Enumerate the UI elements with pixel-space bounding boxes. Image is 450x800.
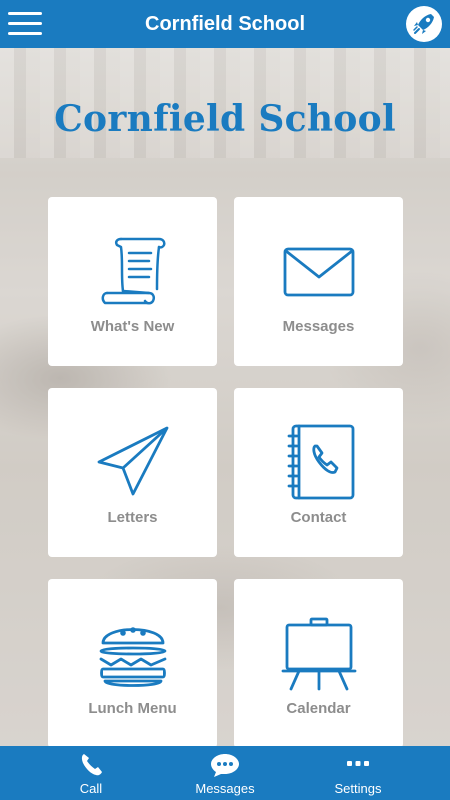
nav-settings[interactable]: Settings (308, 746, 408, 800)
tile-messages[interactable]: Messages (234, 197, 403, 366)
nav-messages[interactable]: Messages (175, 746, 275, 800)
scroll-icon (101, 237, 165, 305)
tile-letters[interactable]: Letters (48, 388, 217, 557)
nav-messages-label: Messages (195, 781, 255, 796)
rocket-icon (413, 14, 434, 34)
tile-label: Messages (282, 318, 355, 335)
nav-call[interactable]: Call (41, 746, 141, 800)
easel-board-icon (281, 617, 356, 691)
rocket-button[interactable] (406, 6, 442, 42)
tile-calendar[interactable]: Calendar (234, 579, 403, 748)
tile-whats-new[interactable]: What's New (48, 197, 217, 366)
tile-label: Contact (290, 509, 347, 526)
paper-plane-icon (97, 426, 168, 496)
nav-settings-label: Settings (334, 781, 382, 796)
nav-call-label: Call (79, 781, 103, 796)
burger-icon (99, 627, 166, 687)
more-dots-icon (347, 761, 369, 766)
tile-label: Calendar (286, 700, 351, 717)
tile-label: What's New (90, 318, 175, 335)
app-title: Cornfield School (145, 13, 305, 35)
tile-contact[interactable]: Contact (234, 388, 403, 557)
school-logo-text: Cornfield School (54, 98, 396, 140)
tile-label: Lunch Menu (88, 700, 177, 717)
phone-icon (81, 754, 102, 776)
chat-bubble-icon (211, 754, 239, 777)
top-app-bar: Cornfield School (0, 0, 450, 48)
envelope-icon (283, 247, 354, 297)
tile-label: Letters (107, 509, 158, 526)
phone-book-icon (287, 424, 354, 500)
tile-lunch-menu[interactable]: Lunch Menu (48, 579, 217, 748)
bottom-nav: Call Messages Settings (0, 746, 450, 800)
